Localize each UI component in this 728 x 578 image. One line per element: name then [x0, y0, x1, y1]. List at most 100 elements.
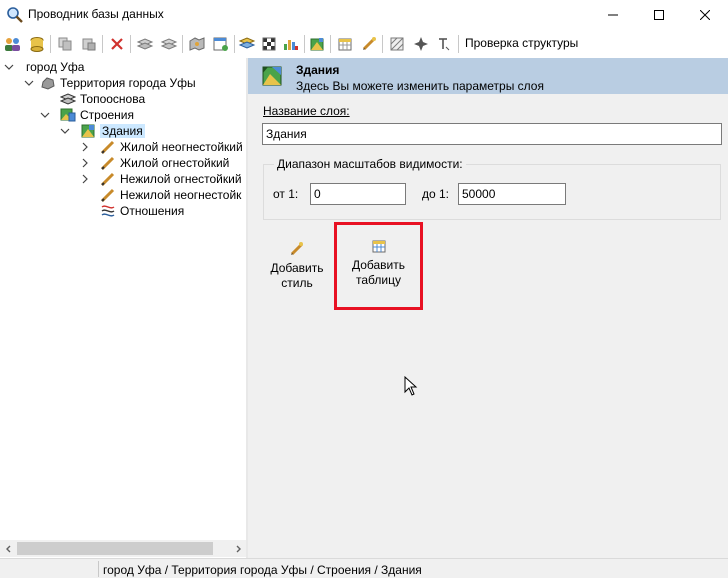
layer-button[interactable]: [306, 33, 328, 55]
toolbar-separator: [102, 35, 103, 53]
layer-title: Здания: [296, 63, 340, 77]
tree-node-label[interactable]: Отношения: [120, 204, 184, 218]
toolbar-separator: [304, 35, 305, 53]
point-symbol-button[interactable]: [410, 33, 432, 55]
add-style-toolbar-button[interactable]: [358, 33, 380, 55]
add-table-label-1: Добавить: [351, 258, 406, 272]
layers-refresh-icon: [160, 38, 178, 50]
maximize-icon: [654, 10, 664, 20]
users-button[interactable]: [2, 33, 24, 55]
tree-node-label[interactable]: Жилой огнестойкий: [120, 156, 229, 170]
scroll-thumb[interactable]: [17, 542, 213, 555]
layer-name-input[interactable]: [262, 123, 722, 145]
toolbar-separator: [382, 35, 383, 53]
chevron-right-icon[interactable]: [80, 142, 90, 152]
tree-node-zdaniya[interactable]: Здания: [60, 123, 145, 139]
tree-node-territory[interactable]: Территория города Уфы: [24, 75, 196, 91]
tree-node-label[interactable]: Топооснова: [80, 92, 145, 106]
layer-icon: [81, 124, 95, 138]
map-button[interactable]: [186, 33, 208, 55]
scale-to-input[interactable]: [458, 183, 566, 205]
maximize-button[interactable]: [636, 0, 682, 30]
layers-refresh-button[interactable]: [158, 33, 180, 55]
paste-layer-button[interactable]: [78, 33, 100, 55]
text-symbol-button[interactable]: [432, 33, 454, 55]
add-style-button[interactable]: Добавить стиль: [261, 234, 333, 306]
layer-name-label-text: Название слоя:: [263, 104, 350, 118]
grid-button[interactable]: [258, 33, 280, 55]
layer-properties-pane: Здания Здесь Вы можете изменить параметр…: [248, 58, 728, 558]
pencil-icon: [100, 172, 115, 187]
tree-node-root[interactable]: город Уфа: [4, 59, 84, 75]
copy-layer-button[interactable]: [54, 33, 76, 55]
add-style-label-2: стиль: [281, 276, 313, 290]
tree-node-toposnova[interactable]: Топооснова: [60, 91, 145, 107]
toolbar-separator: [130, 35, 131, 53]
layers-stack-icon: [60, 93, 76, 105]
hatch-button[interactable]: [386, 33, 408, 55]
chevron-down-icon[interactable]: [24, 78, 34, 88]
delete-button[interactable]: [106, 33, 128, 55]
scroll-right-button[interactable]: [229, 540, 246, 557]
tree-node-relations[interactable]: Отношения: [100, 203, 184, 219]
database-button[interactable]: [26, 33, 48, 55]
tree-node-style[interactable]: Жилой огнестойкий: [80, 155, 229, 171]
tree-node-style[interactable]: Жилой неогнестойкий: [80, 139, 243, 155]
add-table-toolbar-button[interactable]: [334, 33, 356, 55]
tree-node-label[interactable]: Жилой неогнестойкий: [120, 140, 243, 154]
chevron-right-icon[interactable]: [80, 158, 90, 168]
status-divider: [98, 561, 99, 577]
mouse-cursor-icon: [404, 376, 418, 396]
chevron-left-icon: [5, 545, 10, 552]
title-bar: Проводник базы данных: [0, 0, 728, 30]
tree-node-label[interactable]: Нежилой огнестойкий: [120, 172, 242, 186]
database-explorer-icon: [7, 7, 23, 23]
folder-icon: [238, 37, 256, 49]
scroll-left-button[interactable]: [0, 540, 17, 557]
copy-icon: [58, 37, 72, 51]
tree-node-style[interactable]: Нежилой неогнестойк: [100, 187, 241, 203]
buildings-group-icon: [60, 108, 76, 122]
add-table-button[interactable]: Добавить таблицу: [334, 222, 423, 310]
close-button[interactable]: [682, 0, 728, 30]
tree-node-label[interactable]: Территория города Уфы: [60, 76, 196, 90]
layer-icon: [310, 38, 324, 51]
add-style-icon: [290, 242, 304, 256]
tree-node-label-selected[interactable]: Здания: [100, 124, 145, 138]
add-style-icon: [362, 37, 376, 51]
tree-node-label[interactable]: город Уфа: [26, 60, 84, 74]
folder-button[interactable]: [236, 33, 258, 55]
tree-node-label[interactable]: Строения: [80, 108, 134, 122]
check-structure-button[interactable]: Проверка структуры: [465, 36, 578, 50]
users-icon: [5, 38, 20, 51]
tree-node-style[interactable]: Нежилой огнестойкий: [80, 171, 242, 187]
layers-button[interactable]: [134, 33, 156, 55]
pencil-icon: [100, 140, 115, 155]
scale-to-label: до 1:: [422, 187, 450, 201]
chevron-down-icon[interactable]: [40, 110, 50, 120]
table-view-button[interactable]: [210, 33, 232, 55]
minimize-button[interactable]: [590, 0, 636, 30]
tree-horizontal-scrollbar[interactable]: [0, 540, 246, 557]
status-path: город Уфа / Территория города Уфы / Стро…: [103, 563, 422, 577]
add-table-label-2: таблицу: [356, 273, 401, 287]
scale-from-label: от 1:: [273, 187, 299, 201]
text-icon: [439, 38, 450, 51]
hatch-icon: [390, 37, 404, 51]
scale-range-title: Диапазон масштабов видимости:: [274, 157, 466, 171]
chevron-down-icon[interactable]: [60, 126, 70, 136]
star-point-icon: [414, 37, 428, 51]
map-icon: [189, 37, 205, 51]
tree-node-stroenia[interactable]: Строения: [40, 107, 134, 123]
add-table-icon: [338, 38, 352, 51]
chevron-down-icon[interactable]: [4, 62, 14, 72]
tree-node-label[interactable]: Нежилой неогнестойк: [120, 188, 241, 202]
add-style-label-1: Добавить: [270, 261, 324, 275]
layer-name-label: Название слоя:: [263, 104, 350, 118]
chart-button[interactable]: [280, 33, 302, 55]
scale-from-input[interactable]: [310, 183, 406, 205]
chart-icon: [284, 40, 298, 50]
layers-icon: [136, 38, 154, 50]
chevron-right-icon[interactable]: [80, 174, 90, 184]
add-table-icon: [372, 240, 385, 253]
